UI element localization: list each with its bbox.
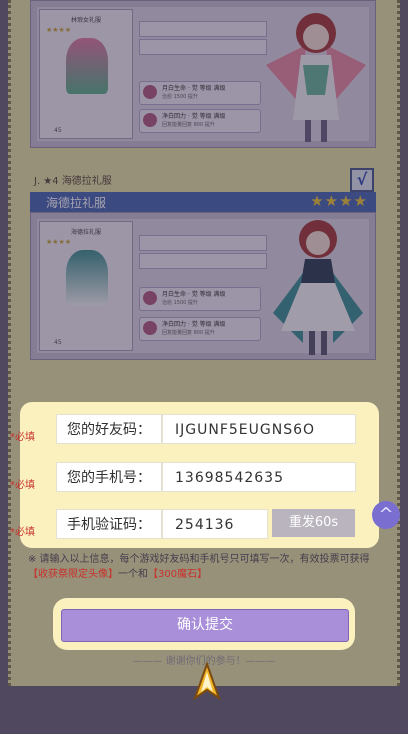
outfit-title: 海德拉礼服 xyxy=(46,196,107,210)
required-marker: *必填 xyxy=(10,527,35,538)
outfit-image xyxy=(66,250,108,306)
stat-box xyxy=(139,253,267,269)
verify-code-label: 手机验证码： xyxy=(56,509,162,539)
phone-input[interactable]: 13698542635 xyxy=(162,462,356,492)
verify-code-input[interactable]: 254136 xyxy=(162,509,268,539)
rarity-stars: ★★★★ xyxy=(46,26,72,34)
stat-box xyxy=(139,39,267,55)
skill-row: 净白回力 · 觉 等级 满级 回复能量回复 800 提升 xyxy=(139,317,261,341)
vote-checkbox[interactable]: √ xyxy=(350,168,374,192)
outfit-card-2: 海德拉礼服 ★★★★ 45 月白生命 · 觉 等级 满级 治愈 1500 提升 … xyxy=(30,212,376,360)
outfit-header: J. ★4 海德拉礼服 xyxy=(34,176,112,187)
character-illustration xyxy=(266,13,366,142)
skill-name: 净白回力 · 觉 等级 满级 xyxy=(162,321,226,328)
skill-desc: 回复能量回复 800 提升 xyxy=(162,330,215,336)
skill-icon xyxy=(143,85,157,99)
friend-code-input[interactable]: IJGUNF5EUGNS6O xyxy=(162,414,356,444)
skill-icon xyxy=(143,321,157,335)
stat-box xyxy=(139,235,267,251)
outfit-thumbnail: 林琅女礼服 ★★★★ 45 xyxy=(39,9,133,139)
level-text: 45 xyxy=(54,127,62,134)
skill-name: 月白生命 · 觉 等级 满级 xyxy=(162,291,226,298)
outfit-thumbnail: 海德拉礼服 ★★★★ 45 xyxy=(39,221,133,351)
skill-icon xyxy=(143,113,157,127)
required-marker: *必填 xyxy=(10,432,35,443)
skill-desc: 回复能量回复 800 提升 xyxy=(162,122,215,128)
submit-button[interactable]: 确认提交 xyxy=(61,609,349,642)
outfit-title-row: J. ★4 海德拉礼服 √ xyxy=(30,168,376,192)
vote-note: ※ 请输入以上信息，每个游戏好友码和手机号只可填写一次，有效投票可获得【收获祭限… xyxy=(28,554,370,580)
outfit-label: 林琅女礼服 xyxy=(70,17,101,24)
scroll-top-icon[interactable]: ^ xyxy=(372,501,400,529)
stat-box xyxy=(139,21,267,37)
skill-row: 净白回力 · 觉 等级 满级 回复能量回复 800 提升 xyxy=(139,109,261,133)
outfit-banner: 海德拉礼服 ★★★★ xyxy=(30,192,376,212)
outfit-image xyxy=(66,38,108,94)
level-text: 45 xyxy=(54,339,62,346)
rarity-stars: ★★★★ xyxy=(310,192,368,210)
skill-desc: 治愈 1500 提升 xyxy=(162,300,198,306)
outfit-card-1: 林琅女礼服 ★★★★ 45 月白生命 · 觉 等级 满级 治愈 1500 提升 … xyxy=(30,0,376,148)
skill-name: 净白回力 · 觉 等级 满级 xyxy=(162,113,226,120)
resend-code-button[interactable]: 重发60s xyxy=(272,509,355,537)
skill-name: 月白生命 · 觉 等级 满级 xyxy=(162,85,226,92)
skill-icon xyxy=(143,291,157,305)
character-illustration xyxy=(273,220,363,355)
tap-pointer-icon xyxy=(193,662,221,701)
required-marker: *必填 xyxy=(10,480,35,491)
rarity-stars: ★★★★ xyxy=(46,238,72,246)
skill-desc: 治愈 1500 提升 xyxy=(162,94,198,100)
outfit-label: 海德拉礼服 xyxy=(70,229,101,236)
phone-label: 您的手机号： xyxy=(56,462,162,492)
skill-row: 月白生命 · 觉 等级 满级 治愈 1500 提升 xyxy=(139,81,261,105)
skill-row: 月白生命 · 觉 等级 满级 治愈 1500 提升 xyxy=(139,287,261,311)
friend-code-label: 您的好友码： xyxy=(56,414,162,444)
